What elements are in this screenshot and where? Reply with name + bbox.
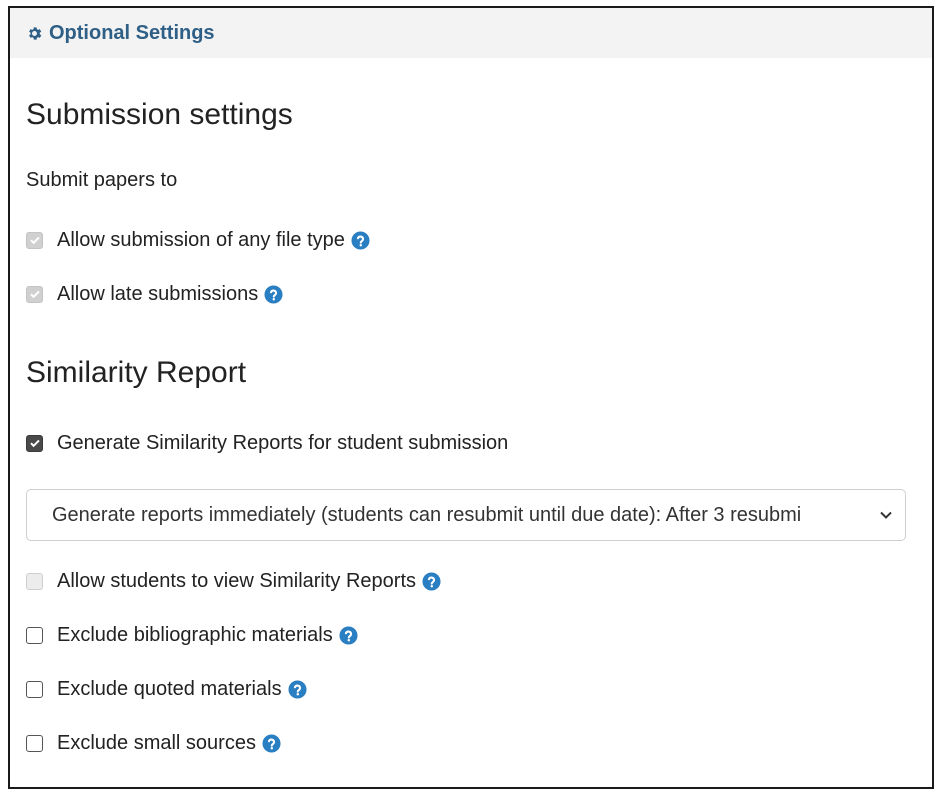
allow-any-file-type-label: Allow submission of any file type	[57, 229, 345, 251]
question-circle-icon[interactable]	[264, 284, 283, 304]
exclude-small-sources-label: Exclude small sources	[57, 732, 256, 754]
panel-header[interactable]: Optional Settings	[10, 8, 932, 58]
exclude-quoted-label: Exclude quoted materials	[57, 678, 282, 700]
allow-students-view-label: Allow students to view Similarity Report…	[57, 570, 417, 592]
optional-settings-panel: Optional Settings Submission settings Su…	[8, 6, 934, 789]
allow-late-option[interactable]: Allow late submissions	[26, 284, 283, 304]
checkmark-icon	[29, 290, 40, 299]
panel-title[interactable]: Optional Settings	[26, 22, 215, 45]
allow-any-file-type-option[interactable]: Allow submission of any file type	[26, 230, 370, 250]
allow-any-file-type-checkbox[interactable]	[26, 231, 43, 249]
exclude-bibliographic-checkbox[interactable]	[26, 626, 43, 644]
generate-similarity-option[interactable]: Generate Similarity Reports for student …	[26, 433, 508, 453]
report-timing-value: Generate reports immediately (students c…	[52, 503, 802, 526]
exclude-small-sources-checkbox[interactable]	[26, 734, 43, 752]
allow-students-view-checkbox[interactable]	[26, 572, 43, 590]
question-circle-icon[interactable]	[288, 679, 307, 699]
chevron-down-icon	[880, 511, 892, 519]
panel-title-text: Optional Settings	[49, 21, 215, 44]
allow-late-checkbox[interactable]	[26, 285, 43, 303]
submit-papers-to-label: Submit papers to	[26, 169, 178, 191]
exclude-bibliographic-label: Exclude bibliographic materials	[57, 624, 333, 646]
report-timing-select[interactable]: Generate reports immediately (students c…	[26, 489, 906, 541]
question-circle-icon[interactable]	[422, 571, 441, 591]
exclude-quoted-option[interactable]: Exclude quoted materials	[26, 679, 307, 699]
submission-settings-heading: Submission settings	[26, 98, 293, 131]
gear-icon	[29, 26, 42, 40]
exclude-quoted-checkbox[interactable]	[26, 680, 43, 698]
exclude-bibliographic-option[interactable]: Exclude bibliographic materials	[26, 625, 358, 645]
generate-similarity-checkbox[interactable]	[26, 434, 43, 452]
question-circle-icon[interactable]	[339, 625, 358, 645]
checkmark-icon	[29, 439, 40, 448]
question-circle-icon[interactable]	[351, 230, 370, 250]
generate-similarity-label: Generate Similarity Reports for student …	[57, 432, 509, 454]
allow-late-label: Allow late submissions	[57, 283, 259, 305]
allow-students-view-option[interactable]: Allow students to view Similarity Report…	[26, 571, 441, 591]
similarity-report-heading: Similarity Report	[26, 356, 247, 389]
exclude-small-sources-option[interactable]: Exclude small sources	[26, 733, 281, 753]
question-circle-icon[interactable]	[262, 733, 281, 753]
checkmark-icon	[29, 236, 40, 245]
